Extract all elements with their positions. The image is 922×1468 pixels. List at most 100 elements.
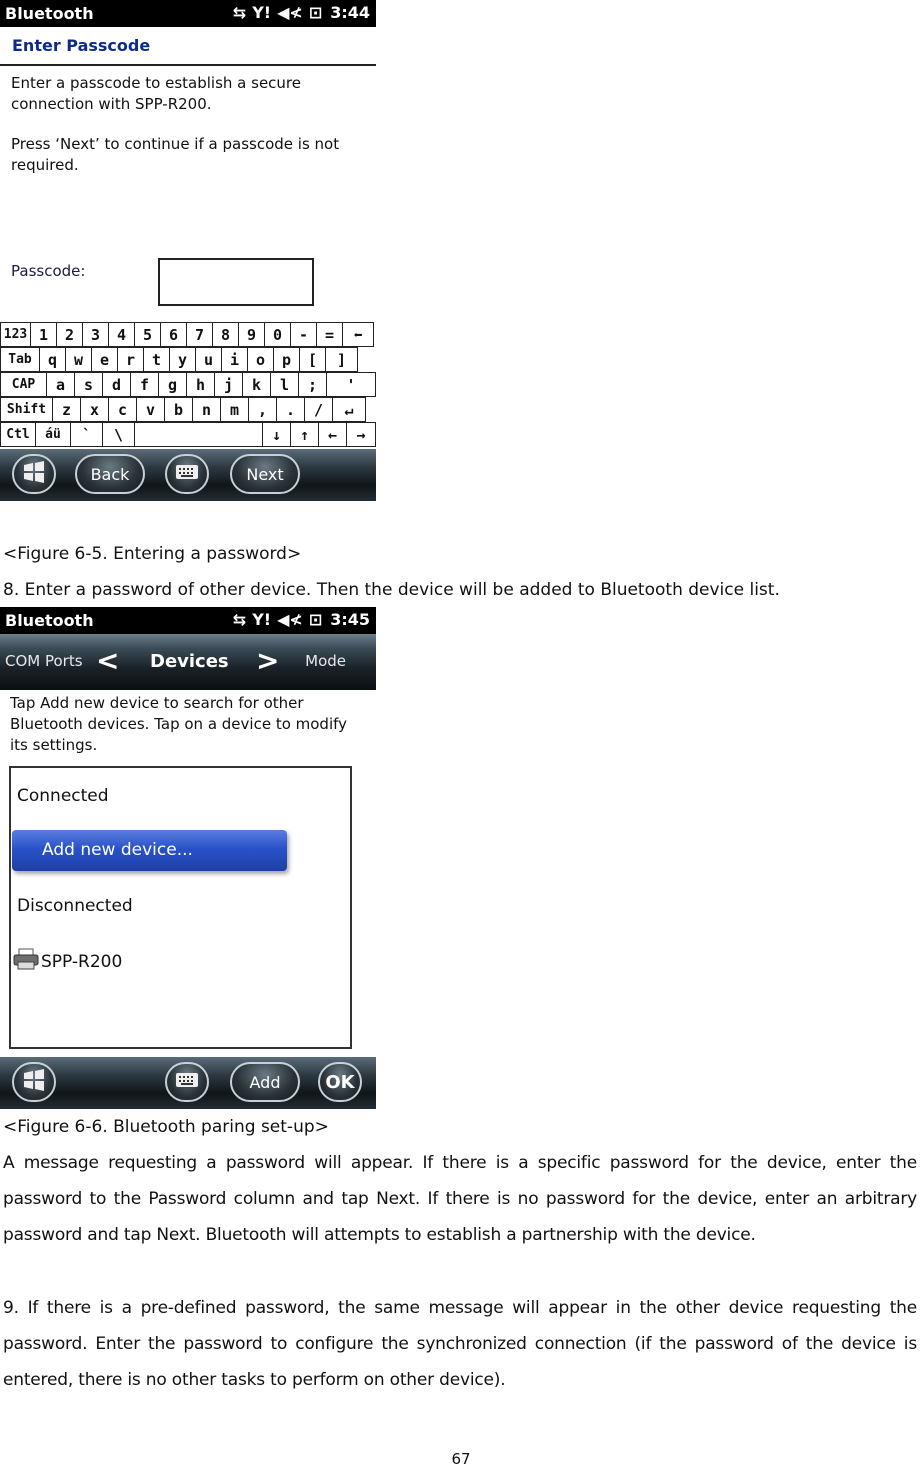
keyboard-key[interactable]: CAP (0, 372, 46, 397)
keyboard-key[interactable]: 7 (186, 322, 212, 347)
power-plug-icon[interactable]: ⊡ (309, 3, 322, 22)
keyboard-key[interactable]: u (195, 347, 221, 372)
tab-mode[interactable]: Mode (305, 652, 346, 670)
keyboard-key[interactable]: 4 (108, 322, 134, 347)
keyboard-key[interactable]: 0 (264, 322, 290, 347)
add-button[interactable]: Add (230, 1062, 300, 1102)
keyboard-key[interactable]: x (80, 397, 108, 422)
keyboard-key[interactable]: ] (325, 347, 358, 372)
keyboard-key[interactable]: = (316, 322, 342, 347)
keyboard-key[interactable]: d (102, 372, 130, 397)
keyboard-key[interactable]: b (164, 397, 192, 422)
keyboard-key[interactable]: ↵ (332, 397, 366, 422)
add-new-device-button[interactable]: Add new device... (12, 830, 287, 871)
keyboard-key[interactable]: [ (299, 347, 325, 372)
keyboard-key[interactable]: 6 (160, 322, 186, 347)
keyboard-key[interactable]: h (186, 372, 214, 397)
keyboard-key[interactable]: j (214, 372, 242, 397)
keyboard-key[interactable]: 123 (0, 322, 30, 347)
keyboard-icon (175, 464, 199, 484)
app-title: Bluetooth (5, 611, 94, 630)
keyboard-key[interactable]: Shift (0, 397, 52, 422)
keyboard-key[interactable]: - (290, 322, 316, 347)
keyboard-toggle-button[interactable] (165, 1062, 209, 1102)
connected-section-label: Connected (17, 786, 109, 806)
keyboard-key[interactable]: → (346, 422, 376, 447)
chevron-left-icon[interactable]: < (96, 644, 119, 677)
keyboard-key[interactable]: e (91, 347, 117, 372)
keyboard-key[interactable]: w (65, 347, 91, 372)
keyboard-key[interactable]: q (39, 347, 65, 372)
keyboard-key[interactable]: 2 (56, 322, 82, 347)
keyboard-key[interactable]: ; (298, 372, 326, 397)
passcode-instruction: Enter a passcode to establish a secure c… (11, 74, 301, 113)
keyboard-key[interactable]: s (74, 372, 102, 397)
keyboard-key[interactable]: r (117, 347, 143, 372)
tab-devices[interactable]: Devices (150, 651, 229, 672)
keyboard-key[interactable]: 1 (30, 322, 56, 347)
connectivity-arrows-icon[interactable]: ⇆ (233, 610, 246, 629)
start-button[interactable] (12, 454, 56, 494)
passcode-input[interactable] (158, 258, 314, 306)
clock[interactable]: 3:45 (330, 610, 370, 629)
keyboard-key[interactable]: ↑ (290, 422, 318, 447)
connectivity-arrows-icon[interactable]: ⇆ (233, 3, 246, 22)
keyboard-key[interactable]: . (276, 397, 304, 422)
device-name: SPP-R200 (41, 951, 123, 972)
keyboard-key[interactable]: 9 (238, 322, 264, 347)
keyboard-key[interactable]: l (270, 372, 298, 397)
keyboard-key[interactable]: y (169, 347, 195, 372)
figure-bluetooth-devices-screenshot: Bluetooth ⇆ Y! ◀≮ ⊡ 3:45 COM Ports < Dev… (0, 607, 376, 1110)
paragraph-password-prompt: A message requesting a password will app… (3, 1153, 917, 1245)
keyboard-key[interactable]: 5 (134, 322, 160, 347)
keyboard-key[interactable]: n (192, 397, 220, 422)
keyboard-key[interactable]: / (304, 397, 332, 422)
keyboard-key[interactable]: o (247, 347, 273, 372)
keyboard-icon (175, 1072, 199, 1092)
signal-antenna-icon[interactable]: Y! (252, 610, 271, 629)
keyboard-key[interactable]: \ (102, 422, 134, 447)
keyboard-key[interactable]: 3 (82, 322, 108, 347)
start-button[interactable] (12, 1062, 56, 1102)
chevron-right-icon[interactable]: > (256, 644, 279, 677)
passcode-label: Passcode: (11, 262, 86, 280)
keyboard-key[interactable]: z (52, 397, 80, 422)
keyboard-key[interactable]: , (248, 397, 276, 422)
page-title: Enter Passcode (12, 36, 151, 55)
keyboard-key[interactable]: m (220, 397, 248, 422)
signal-antenna-icon[interactable]: Y! (252, 3, 271, 22)
keyboard-key[interactable]: ⬅ (342, 322, 374, 347)
tab-navigation-bar: COM Ports < Devices > Mode (0, 634, 376, 690)
ok-button[interactable]: OK (318, 1062, 362, 1102)
keyboard-key[interactable]: Ctl (0, 422, 35, 447)
keyboard-key[interactable]: Tab (0, 347, 39, 372)
device-list-item[interactable]: SPP-R200 (13, 948, 122, 975)
keyboard-key[interactable]: k (242, 372, 270, 397)
keyboard-key[interactable]: c (108, 397, 136, 422)
keyboard-key[interactable]: áü (35, 422, 70, 447)
clock[interactable]: 3:44 (330, 3, 370, 22)
keyboard-row-shift: Shift z x c v b n m,. / ↵ (0, 397, 366, 422)
keyboard-row-numbers: 123 1 2 3 4 5 6 7 8 9 0- = ⬅ (0, 322, 374, 347)
keyboard-key[interactable]: i (221, 347, 247, 372)
keyboard-key[interactable]: 8 (212, 322, 238, 347)
speaker-muted-icon[interactable]: ◀≮ (277, 610, 303, 629)
tab-com-ports[interactable]: COM Ports (5, 652, 83, 670)
keyboard-toggle-button[interactable] (165, 454, 209, 494)
keyboard-key[interactable]: f (130, 372, 158, 397)
keyboard-key[interactable]: g (158, 372, 186, 397)
keyboard-key[interactable]: ` (70, 422, 102, 447)
keyboard-key[interactable] (134, 422, 262, 447)
keyboard-key[interactable]: ← (318, 422, 346, 447)
keyboard-key[interactable]: v (136, 397, 164, 422)
keyboard-key[interactable]: ↓ (262, 422, 290, 447)
keyboard-key[interactable]: t (143, 347, 169, 372)
keyboard-key[interactable]: ' (326, 372, 376, 397)
keyboard-key[interactable]: a (46, 372, 74, 397)
back-button[interactable]: Back (75, 454, 145, 494)
page-header: Enter Passcode (0, 27, 376, 66)
power-plug-icon[interactable]: ⊡ (309, 610, 322, 629)
next-button[interactable]: Next (230, 454, 300, 494)
keyboard-key[interactable]: p (273, 347, 299, 372)
speaker-muted-icon[interactable]: ◀≮ (277, 3, 303, 22)
